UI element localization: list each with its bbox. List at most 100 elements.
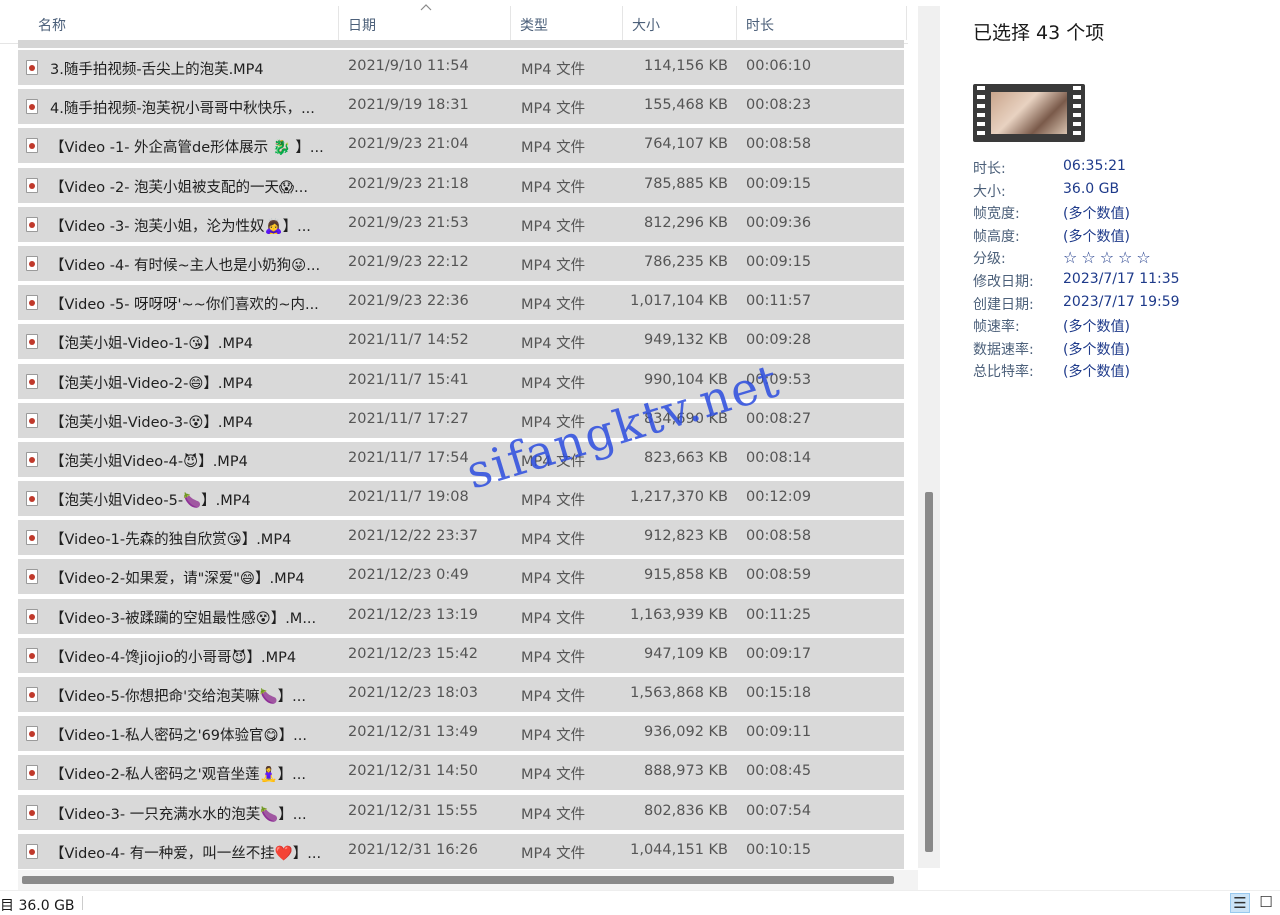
file-size: 785,885 KB bbox=[643, 175, 728, 192]
file-duration: 00:11:25 bbox=[746, 606, 812, 623]
property-value: 2023/7/17 19:59 bbox=[1063, 293, 1180, 310]
column-header-duration[interactable]: 时长 bbox=[746, 15, 774, 35]
file-type: MP4 文件 bbox=[521, 728, 586, 745]
file-size: 1,017,104 KB bbox=[630, 293, 728, 310]
file-name: 【Video-2-如果爱，请"深爱"😄】.MP4 bbox=[50, 571, 305, 588]
file-row[interactable]: 【Video -4- 有时候~主人也是小奶狗😜... 2021/9/23 22:1… bbox=[18, 245, 904, 281]
file-size: 802,836 KB bbox=[643, 802, 728, 819]
horizontal-scrollbar[interactable] bbox=[18, 870, 918, 890]
file-date: 2021/9/23 22:12 bbox=[348, 253, 469, 270]
video-file-icon bbox=[26, 647, 38, 663]
file-size: 1,163,939 KB bbox=[630, 606, 728, 623]
column-divider[interactable] bbox=[338, 6, 339, 40]
file-date: 2021/12/31 14:50 bbox=[348, 763, 478, 780]
file-type: MP4 文件 bbox=[521, 101, 586, 118]
file-name: 【Video-1-先森的独自欣赏😘】.MP4 bbox=[50, 532, 292, 549]
file-name: 【Video-2-私人密码之'观音坐莲🧘‍♀️】... bbox=[50, 767, 306, 784]
property-label: 帧速率: bbox=[973, 319, 1020, 336]
status-divider bbox=[82, 896, 83, 910]
file-size: 1,563,868 KB bbox=[630, 685, 728, 701]
vertical-scroll-thumb[interactable] bbox=[925, 492, 933, 852]
column-header-name[interactable]: 名称 bbox=[38, 15, 66, 35]
property-value: (多个数值) bbox=[1063, 228, 1130, 245]
video-file-icon bbox=[26, 726, 38, 742]
horizontal-scroll-thumb[interactable] bbox=[22, 876, 894, 884]
column-divider[interactable] bbox=[736, 6, 737, 40]
video-file-icon bbox=[26, 177, 38, 193]
file-date: 2021/12/31 16:26 bbox=[348, 841, 478, 858]
file-name: 【Video -1- 外企高管de形体展示 🐉 】... bbox=[50, 140, 324, 157]
file-size: 1,044,151 KB bbox=[630, 841, 728, 858]
file-row[interactable]: 【Video -5- 呀呀呀'~~你们喜欢的~内... 2021/9/23 22:… bbox=[18, 285, 904, 321]
file-row[interactable]: 【Video-2-私人密码之'观音坐莲🧘‍♀️】... 2021/12/31 14… bbox=[18, 755, 904, 791]
property-label: 时长: bbox=[973, 161, 1006, 177]
file-row[interactable]: 【Video -2- 泡芙小姐被支配的一天😱... 2021/9/23 21:18… bbox=[18, 167, 904, 203]
property-label: 分级: bbox=[973, 251, 1006, 268]
file-name: 4.随手拍视频-泡芙祝小哥哥中秋快乐，... bbox=[50, 101, 315, 118]
video-file-icon bbox=[26, 608, 38, 624]
property-label: 大小: bbox=[973, 183, 1006, 200]
file-row[interactable]: 【Video-4-馋jiojio的小哥哥😈】.MP4 2021/12/23 15:… bbox=[18, 637, 904, 673]
file-row[interactable]: 【Video-1-先森的独自欣赏😘】.MP4 2021/12/22 23:37 MP… bbox=[18, 520, 904, 556]
file-date: 2021/12/23 13:19 bbox=[348, 606, 478, 623]
sort-up-caret-icon bbox=[420, 4, 432, 11]
file-name: 【泡芙小姐-Video-1-😘】.MP4 bbox=[50, 336, 254, 353]
file-duration: 00:12:09 bbox=[746, 489, 812, 506]
file-name: 【Video-4-馋jiojio的小哥哥😈】.MP4 bbox=[50, 649, 297, 666]
file-size: 764,107 KB bbox=[643, 136, 728, 153]
file-size: 947,109 KB bbox=[643, 645, 728, 662]
file-row[interactable]: 【Video-3- 一只充满水水的泡芙🍆】... 2021/12/31 15:55… bbox=[18, 794, 904, 830]
large-icons-view-icon[interactable]: ☐ bbox=[1256, 893, 1276, 913]
file-row[interactable]: 【Video-2-如果爱，请"深爱"😄】.MP4 2021/12/23 0:49 M… bbox=[18, 559, 904, 595]
column-header-type[interactable]: 类型 bbox=[520, 15, 548, 35]
status-size-text: 目 36.0 GB bbox=[0, 898, 75, 914]
file-row[interactable]: 【Video-1-私人密码之'69体验官😋】... 2021/12/31 13:4… bbox=[18, 716, 904, 752]
file-duration: 00:09:36 bbox=[746, 214, 812, 231]
file-type: MP4 文件 bbox=[521, 257, 586, 274]
file-type: MP4 文件 bbox=[521, 532, 586, 549]
file-type: MP4 文件 bbox=[521, 140, 586, 157]
file-row[interactable]: 3.随手拍视频-舌尖上的泡芙.MP4 2021/9/10 11:54 MP4 文件 1… bbox=[18, 50, 904, 85]
video-file-icon bbox=[26, 843, 38, 859]
video-thumbnail-stack bbox=[973, 80, 1085, 142]
rating-stars[interactable]: ☆☆☆☆☆ bbox=[1063, 248, 1155, 267]
file-type: MP4 文件 bbox=[521, 297, 586, 314]
file-duration: 00:08:23 bbox=[746, 97, 812, 114]
column-divider[interactable] bbox=[906, 6, 907, 40]
file-size: 936,092 KB bbox=[643, 724, 728, 741]
file-duration: 00:07:54 bbox=[746, 802, 812, 819]
video-file-icon bbox=[26, 334, 38, 350]
file-size: 1,217,370 KB bbox=[630, 489, 728, 506]
file-row[interactable]: 4.随手拍视频-泡芙祝小哥哥中秋快乐，... 2021/9/19 18:31 MP4… bbox=[18, 89, 904, 125]
video-file-icon bbox=[26, 687, 38, 702]
file-type: MP4 文件 bbox=[521, 336, 586, 353]
file-type: MP4 文件 bbox=[521, 649, 586, 666]
file-row[interactable]: 【Video-3-被蹂躏的空姐最性感😵】.M... 2021/12/23 13:1… bbox=[18, 598, 904, 634]
file-type: MP4 文件 bbox=[521, 767, 586, 784]
column-header-date[interactable]: 日期 bbox=[348, 15, 376, 35]
file-size: 114,156 KB bbox=[643, 58, 728, 74]
vertical-scrollbar[interactable] bbox=[918, 6, 940, 868]
file-row[interactable]: 【Video -3- 泡芙小姐，沦为性奴🙇‍♀️】... 2021/9/23 21… bbox=[18, 206, 904, 242]
film-perforation bbox=[977, 86, 985, 138]
file-row[interactable]: 【Video-4- 有一种爱，叫一丝不挂❤️】... 2021/12/31 16:… bbox=[18, 833, 904, 869]
column-divider[interactable] bbox=[622, 6, 623, 40]
column-header-size[interactable]: 大小 bbox=[632, 15, 660, 35]
file-date: 2021/11/7 15:41 bbox=[348, 371, 469, 388]
column-divider[interactable] bbox=[510, 6, 511, 40]
file-row[interactable]: 【Video-5-你想把命'交给泡芙嘛🍆】... 2021/12/23 18:03… bbox=[18, 677, 904, 712]
file-date: 2021/11/7 14:52 bbox=[348, 332, 469, 349]
file-size: 155,468 KB bbox=[643, 97, 728, 114]
file-row[interactable]: 【泡芙小姐Video-5-🍆】.MP4 2021/11/7 19:08 MP4 文件… bbox=[18, 481, 904, 517]
file-type: MP4 文件 bbox=[521, 571, 586, 588]
file-duration: 00:08:45 bbox=[746, 763, 812, 780]
file-type: MP4 文件 bbox=[521, 689, 586, 705]
file-duration: 00:11:57 bbox=[746, 293, 812, 310]
file-row[interactable]: 【Video -1- 外企高管de形体展示 🐉 】... 2021/9/23 21… bbox=[18, 128, 904, 164]
property-value: (多个数值) bbox=[1063, 341, 1130, 358]
column-header-bar: 名称 日期 类型 大小 时长 bbox=[0, 0, 908, 44]
video-file-icon bbox=[26, 99, 38, 115]
details-pane: 已选择 43 个项 时长: 06:35:21 大小: 36.0 GB 帧宽度: (多个数值… bbox=[942, 0, 1280, 890]
details-view-icon[interactable]: ☰ bbox=[1230, 893, 1250, 913]
video-file-icon bbox=[26, 216, 38, 232]
